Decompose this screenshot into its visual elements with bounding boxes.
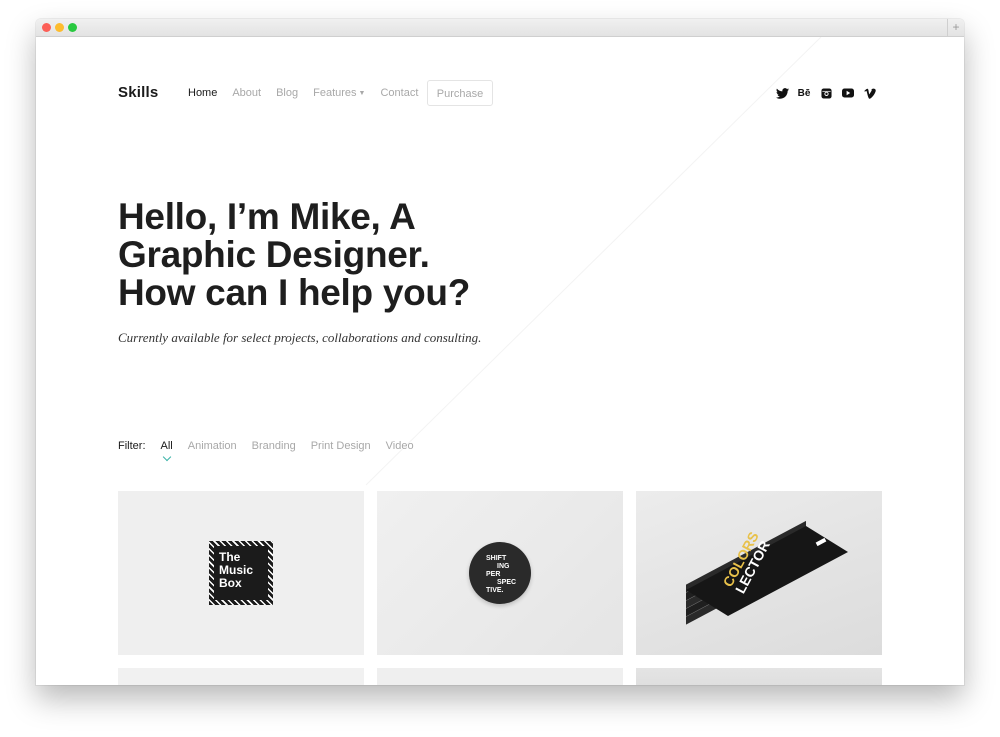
nav-blog[interactable]: Blog (276, 87, 298, 99)
nav-contact[interactable]: Contact (380, 87, 418, 99)
browser-window: + Skills Home About Blog Features ▼ Conta… (36, 19, 964, 685)
music-box-logo: The Music Box (209, 541, 273, 605)
filter-branding[interactable]: Branding (252, 440, 296, 452)
hero-subtitle: Currently available for select projects,… (118, 330, 482, 345)
main-navigation: Home About Blog Features ▼ Contact (188, 87, 433, 99)
filter-animation[interactable]: Animation (188, 440, 237, 452)
music-box-logo-text: The Music Box (214, 546, 268, 600)
new-tab-plus-icon[interactable]: + (947, 19, 964, 36)
music-box-line: Box (219, 576, 242, 590)
badge-line: TIVE. (486, 587, 504, 594)
portfolio-item-music-box[interactable]: The Music Box (118, 491, 364, 655)
hero-heading-line: How can I help you? (118, 272, 470, 313)
site-logo[interactable]: Skills (118, 84, 158, 101)
nav-features[interactable]: Features ▼ (313, 87, 365, 99)
nav-features-label: Features (313, 87, 357, 99)
instagram-icon[interactable] (819, 86, 833, 100)
page-content: Skills Home About Blog Features ▼ Contact… (36, 37, 964, 685)
behance-icon[interactable]: Bē (797, 86, 811, 100)
active-filter-chevron-icon (162, 452, 171, 462)
filter-all-label: All (160, 440, 173, 452)
portfolio-item[interactable] (118, 668, 364, 685)
book-stack-image: COLORS LECTOR (686, 520, 848, 625)
hero-heading-line: Hello, I’m Mike, A (118, 196, 416, 237)
hero-heading-line: Graphic Designer. (118, 234, 430, 275)
filter-video[interactable]: Video (386, 440, 414, 452)
close-window-button[interactable] (42, 23, 51, 32)
twitter-icon[interactable] (775, 86, 789, 100)
portfolio-filter: Filter: All Animation Branding Print Des… (118, 440, 429, 462)
maximize-window-button[interactable] (68, 23, 77, 32)
nav-about[interactable]: About (232, 87, 261, 99)
shifting-perspective-badge: SHIFT ING PER SPEC TIVE. (469, 542, 531, 604)
purchase-button[interactable]: Purchase (427, 80, 493, 106)
browser-titlebar: + (36, 19, 964, 37)
portfolio-item-colors-lector[interactable]: COLORS LECTOR (636, 491, 882, 655)
hero-heading: Hello, I’m Mike, A Graphic Designer. How… (118, 198, 538, 312)
filter-all[interactable]: All (160, 440, 173, 462)
filter-label: Filter: (118, 440, 146, 452)
portfolio-item-shifting-perspective[interactable]: SHIFT ING PER SPEC TIVE. (377, 491, 623, 655)
portfolio-item[interactable] (636, 668, 882, 685)
minimize-window-button[interactable] (55, 23, 64, 32)
vimeo-icon[interactable] (863, 86, 877, 100)
social-links: Bē (775, 86, 885, 100)
caret-down-icon: ▼ (358, 90, 366, 97)
portfolio-item[interactable] (377, 668, 623, 685)
youtube-icon[interactable] (841, 86, 855, 100)
filter-print-design[interactable]: Print Design (311, 440, 371, 452)
nav-home[interactable]: Home (188, 87, 217, 99)
